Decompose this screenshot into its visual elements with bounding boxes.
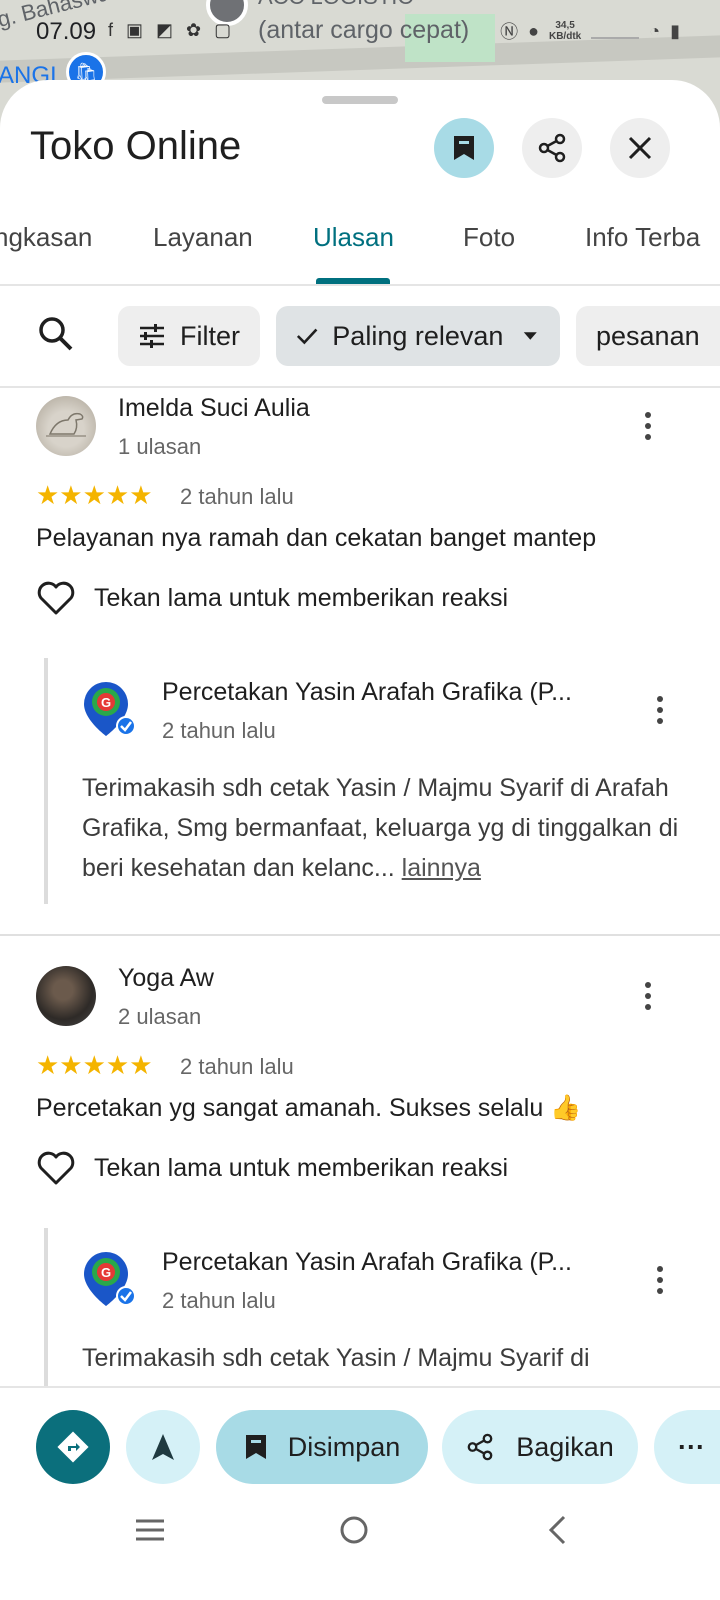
wifi-icon: ◔ xyxy=(649,20,661,41)
recent-apps-icon[interactable] xyxy=(134,1518,166,1542)
map-pin-logo-icon: G xyxy=(84,682,136,736)
reaction-button[interactable]: Tekan lama untuk memberikan reaksi xyxy=(36,1150,508,1186)
owner-response-text: Terimakasih sdh cetak Yasin / Majmu Syar… xyxy=(82,774,679,882)
avatar[interactable] xyxy=(36,966,96,1026)
home-icon[interactable] xyxy=(338,1514,370,1546)
keyword-chip-pesanan[interactable]: pesanan xyxy=(576,306,720,366)
signal-icon xyxy=(591,23,640,39)
close-button[interactable] xyxy=(610,118,670,178)
check-icon xyxy=(296,328,318,345)
sort-label: Paling relevan xyxy=(332,320,504,351)
business-logo[interactable]: G xyxy=(82,1250,136,1310)
directions-button[interactable] xyxy=(36,1410,110,1484)
heart-icon xyxy=(37,581,75,615)
tab-reviews[interactable]: Ulasan xyxy=(313,222,394,253)
tab-services[interactable]: Layanan xyxy=(153,222,253,253)
tab-updates[interactable]: Info Terba xyxy=(585,222,700,253)
review-divider xyxy=(0,934,720,936)
nfc-icon: Ⓝ xyxy=(500,22,519,42)
star-rating: ★★★★★ xyxy=(36,480,153,510)
sort-dropdown[interactable]: Paling relevan xyxy=(276,306,560,366)
navigate-button[interactable] xyxy=(126,1410,200,1484)
share-action-button[interactable]: Bagikan xyxy=(442,1410,638,1484)
tab-photos[interactable]: Foto xyxy=(463,222,515,253)
navigation-arrow-icon xyxy=(152,1434,174,1460)
owner-name[interactable]: Percetakan Yasin Arafah Grafika (P... xyxy=(162,678,572,707)
share-icon xyxy=(538,133,566,163)
reviewer-name[interactable]: Yoga Aw xyxy=(118,964,214,993)
share-button[interactable] xyxy=(522,118,582,178)
location-icon: ● xyxy=(528,20,539,41)
place-title: Toko Online xyxy=(30,124,242,168)
share-action-label: Bagikan xyxy=(516,1431,614,1462)
owner-response-text: Terimakasih sdh cetak Yasin / Majmu Syar… xyxy=(82,1344,590,1372)
dropdown-arrow-icon xyxy=(524,332,538,340)
saved-action-label: Disimpan xyxy=(287,1431,401,1462)
owner-response-date: 2 tahun lalu xyxy=(162,718,276,743)
status-right-icons: Ⓝ ● 34,5 KB/dtk ◔ ▮ xyxy=(500,18,680,44)
response-more-options-button[interactable] xyxy=(650,1260,670,1300)
svg-text:G: G xyxy=(101,1265,111,1280)
review-text: Percetakan yg sangat amanah. Sukses sela… xyxy=(36,1094,582,1122)
status-bar: 07.09 f ▣ ◩ ✿ ▢ Ⓝ ● 34,5 KB/dtk ◔ ▮ xyxy=(0,14,720,50)
review-date: 2 tahun lalu xyxy=(180,1054,294,1079)
filter-chip[interactable]: Filter xyxy=(118,306,260,366)
battery-icon: ▮ xyxy=(670,20,680,41)
search-icon xyxy=(39,317,73,351)
review-filter-row: Filter Paling relevan pesanan xyxy=(0,286,720,388)
map-pin-logo-icon: G xyxy=(84,1252,136,1306)
saved-action-button[interactable]: Disimpan xyxy=(216,1410,428,1484)
business-logo[interactable]: G xyxy=(82,680,136,740)
search-reviews-button[interactable] xyxy=(36,314,82,360)
share-icon xyxy=(467,1433,493,1461)
status-time: 07.09 xyxy=(36,18,97,45)
dinosaur-sketch-avatar-icon xyxy=(46,412,86,437)
owner-response-date: 2 tahun lalu xyxy=(162,1288,276,1313)
network-speed: 34,5 KB/dtk xyxy=(548,20,582,42)
review-more-options-button[interactable] xyxy=(638,406,658,446)
reaction-hint: Tekan lama untuk memberikan reaksi xyxy=(94,1153,509,1182)
reviewer-name[interactable]: Imelda Suci Aulia xyxy=(118,394,310,423)
more-actions-label: ··· xyxy=(678,1431,705,1462)
star-rating: ★★★★★ xyxy=(36,1050,153,1080)
reviewer-review-count: 1 ulasan xyxy=(118,434,202,459)
reaction-button[interactable]: Tekan lama untuk memberikan reaksi xyxy=(36,580,508,616)
back-icon[interactable] xyxy=(546,1514,568,1546)
reviewer-review-count: 2 ulasan xyxy=(118,1004,202,1029)
bookmark-icon xyxy=(454,136,474,160)
owner-response: G Percetakan Yasin Arafah Grafika (P... … xyxy=(44,658,694,904)
close-icon xyxy=(628,136,652,160)
drag-handle[interactable] xyxy=(322,96,398,104)
bookmark-icon xyxy=(245,1435,266,1459)
more-actions-button[interactable]: ··· xyxy=(654,1410,720,1484)
directions-icon xyxy=(57,1431,89,1463)
avatar[interactable] xyxy=(36,396,96,456)
active-tab-indicator xyxy=(316,278,390,284)
tab-bar: ngkasan Layanan Ulasan Foto Info Terba xyxy=(0,206,720,286)
owner-name[interactable]: Percetakan Yasin Arafah Grafika (P... xyxy=(162,1248,572,1277)
review-date: 2 tahun lalu xyxy=(180,484,294,509)
tune-icon xyxy=(140,324,164,348)
map-label: ACC LOGISTIC xyxy=(258,0,413,10)
reaction-hint: Tekan lama untuk memberikan reaksi xyxy=(94,583,509,612)
svg-text:G: G xyxy=(101,695,111,710)
tab-overview[interactable]: ngkasan xyxy=(0,222,92,253)
filter-label: Filter xyxy=(180,320,240,351)
saved-button[interactable] xyxy=(434,118,494,178)
read-more-link[interactable]: lainnya xyxy=(402,854,481,882)
response-more-options-button[interactable] xyxy=(650,690,670,730)
owner-response: G Percetakan Yasin Arafah Grafika (P... … xyxy=(44,1228,694,1388)
heart-icon xyxy=(37,1151,75,1185)
review-more-options-button[interactable] xyxy=(638,976,658,1016)
review-text: Pelayanan nya ramah dan cekatan banget m… xyxy=(36,524,597,552)
system-navigation-bar xyxy=(0,1500,720,1600)
notification-icons: f ▣ ◩ ✿ ▢ xyxy=(108,20,236,40)
